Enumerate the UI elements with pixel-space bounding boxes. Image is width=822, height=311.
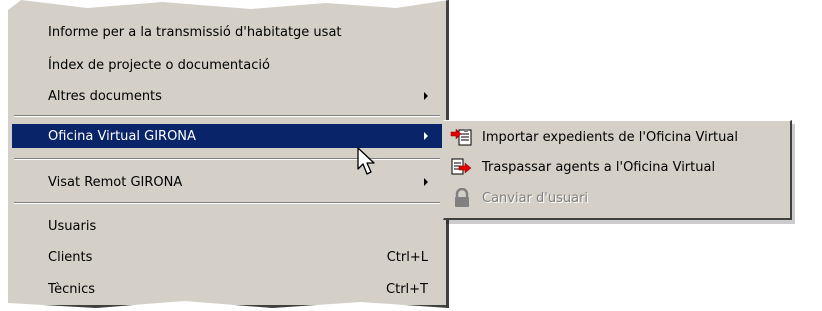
menu-item-label: Tècnics: [48, 281, 96, 297]
menu-item-label: Informe per a la transmissió d'habitatge…: [48, 24, 342, 40]
mouse-pointer-icon: [357, 147, 375, 175]
submenu-item-label: Canviar d'usuari: [482, 190, 589, 206]
menu-item-index-projecte[interactable]: Índex de projecte o documentació: [12, 53, 442, 77]
menu-item-usuaris[interactable]: Usuaris: [12, 214, 442, 238]
submenu-arrow-icon: [424, 178, 428, 186]
import-document-icon: [450, 127, 474, 147]
submenu-item-label: Importar expedients de l'Oficina Virtual: [482, 129, 738, 145]
menu-item-informe-transmissio[interactable]: Informe per a la transmissió d'habitatge…: [12, 20, 442, 44]
oficina-virtual-submenu: Importar expedients de l'Oficina Virtual…: [443, 120, 792, 220]
menu-item-tecnics[interactable]: Tècnics Ctrl+T: [12, 277, 442, 301]
transfer-document-icon: [450, 157, 474, 177]
menu-item-oficina-virtual[interactable]: Oficina Virtual GIRONA: [12, 124, 442, 148]
menu-item-altres-documents[interactable]: Altres documents: [12, 84, 442, 108]
menu-item-label: Altres documents: [48, 88, 162, 104]
menu-item-shortcut: Ctrl+L: [386, 249, 428, 265]
context-menu: Informe per a la transmissió d'habitatge…: [8, 0, 449, 308]
lock-icon: [450, 187, 474, 208]
submenu-item-traspassar-agents[interactable]: Traspassar agents a l'Oficina Virtual: [446, 154, 788, 180]
submenu-item-importar-expedients[interactable]: Importar expedients de l'Oficina Virtual: [446, 124, 788, 150]
menu-item-label: Índex de projecte o documentació: [48, 57, 270, 73]
submenu-arrow-icon: [424, 132, 428, 140]
menu-item-label: Oficina Virtual GIRONA: [48, 128, 196, 144]
submenu-item-canviar-usuari: Canviar d'usuari: [446, 185, 788, 211]
menu-separator: [14, 115, 440, 117]
menu-item-shortcut: Ctrl+T: [386, 281, 428, 297]
submenu-item-label: Traspassar agents a l'Oficina Virtual: [482, 159, 716, 175]
submenu-arrow-icon: [424, 92, 428, 100]
menu-item-label: Clients: [48, 249, 93, 265]
menu-separator: [14, 202, 440, 204]
menu-item-label: Usuaris: [48, 218, 97, 234]
menu-item-clients[interactable]: Clients Ctrl+L: [12, 245, 442, 269]
